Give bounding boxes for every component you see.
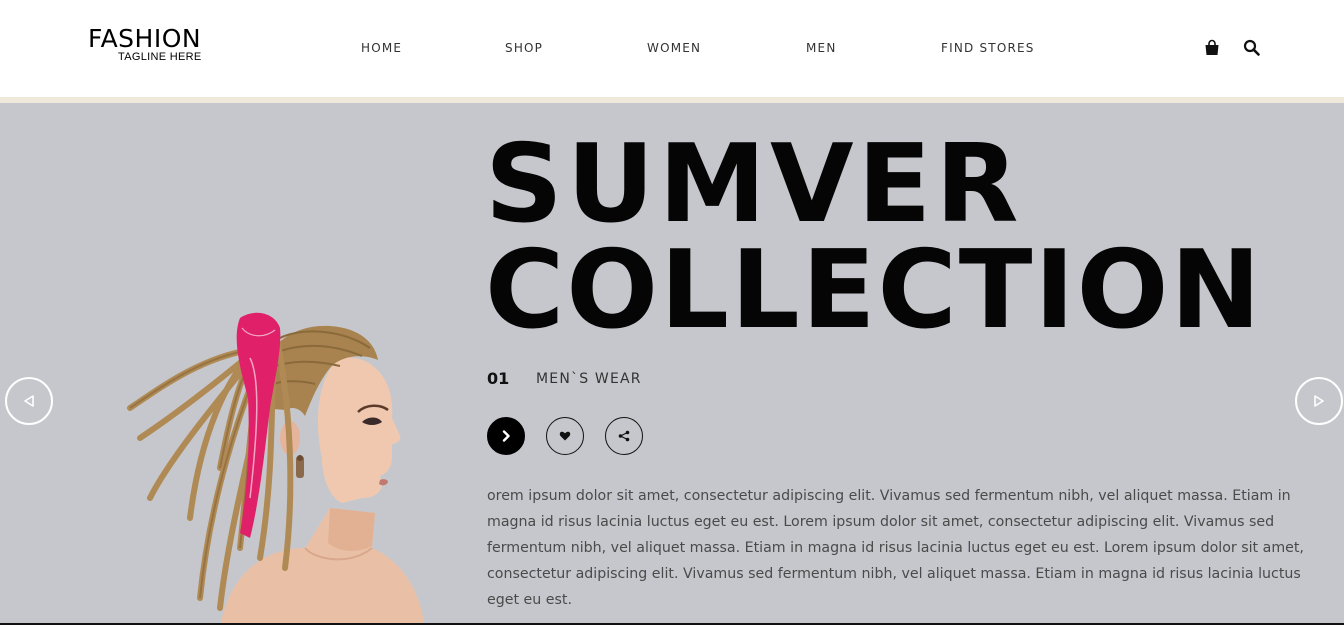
site-header: FASHION TAGLINE HERE HOME SHOP WOMEN MEN… bbox=[0, 0, 1344, 97]
prev-arrow-icon bbox=[24, 395, 34, 407]
favorite-button[interactable] bbox=[546, 417, 584, 455]
brand-tagline: TAGLINE HERE bbox=[118, 51, 202, 63]
search-icon[interactable] bbox=[1242, 38, 1262, 58]
next-arrow-icon bbox=[1314, 395, 1324, 407]
nav-item-home[interactable]: HOME bbox=[361, 41, 402, 55]
chevron-right-icon bbox=[502, 430, 510, 442]
nav-item-find-stores[interactable]: FIND STORES bbox=[941, 41, 1035, 55]
share-icon bbox=[618, 430, 630, 442]
shopping-bag-icon[interactable] bbox=[1202, 38, 1222, 58]
slide-number: 01 bbox=[487, 369, 510, 388]
share-button[interactable] bbox=[605, 417, 643, 455]
hero-description: orem ipsum dolor sit amet, consectetur a… bbox=[487, 488, 1304, 608]
slider-next-button[interactable] bbox=[1295, 377, 1343, 425]
nav-item-shop[interactable]: SHOP bbox=[505, 41, 543, 55]
nav-item-men[interactable]: MEN bbox=[806, 41, 837, 55]
next-detail-button[interactable] bbox=[487, 417, 525, 455]
hero-headline-line-1: SUMVER bbox=[485, 122, 1023, 247]
model-image bbox=[127, 312, 425, 623]
hero-headline-line-2: COLLECTION bbox=[485, 228, 1263, 353]
brand-name: FASHION bbox=[88, 24, 202, 53]
slider-prev-button[interactable] bbox=[5, 377, 53, 425]
hero-slider: SUMVER COLLECTION 01 MEN`S WEAR orem ips… bbox=[0, 103, 1344, 623]
nav-item-women[interactable]: WOMEN bbox=[647, 41, 701, 55]
slide-category: MEN`S WEAR bbox=[536, 371, 642, 387]
heart-icon bbox=[559, 431, 571, 441]
